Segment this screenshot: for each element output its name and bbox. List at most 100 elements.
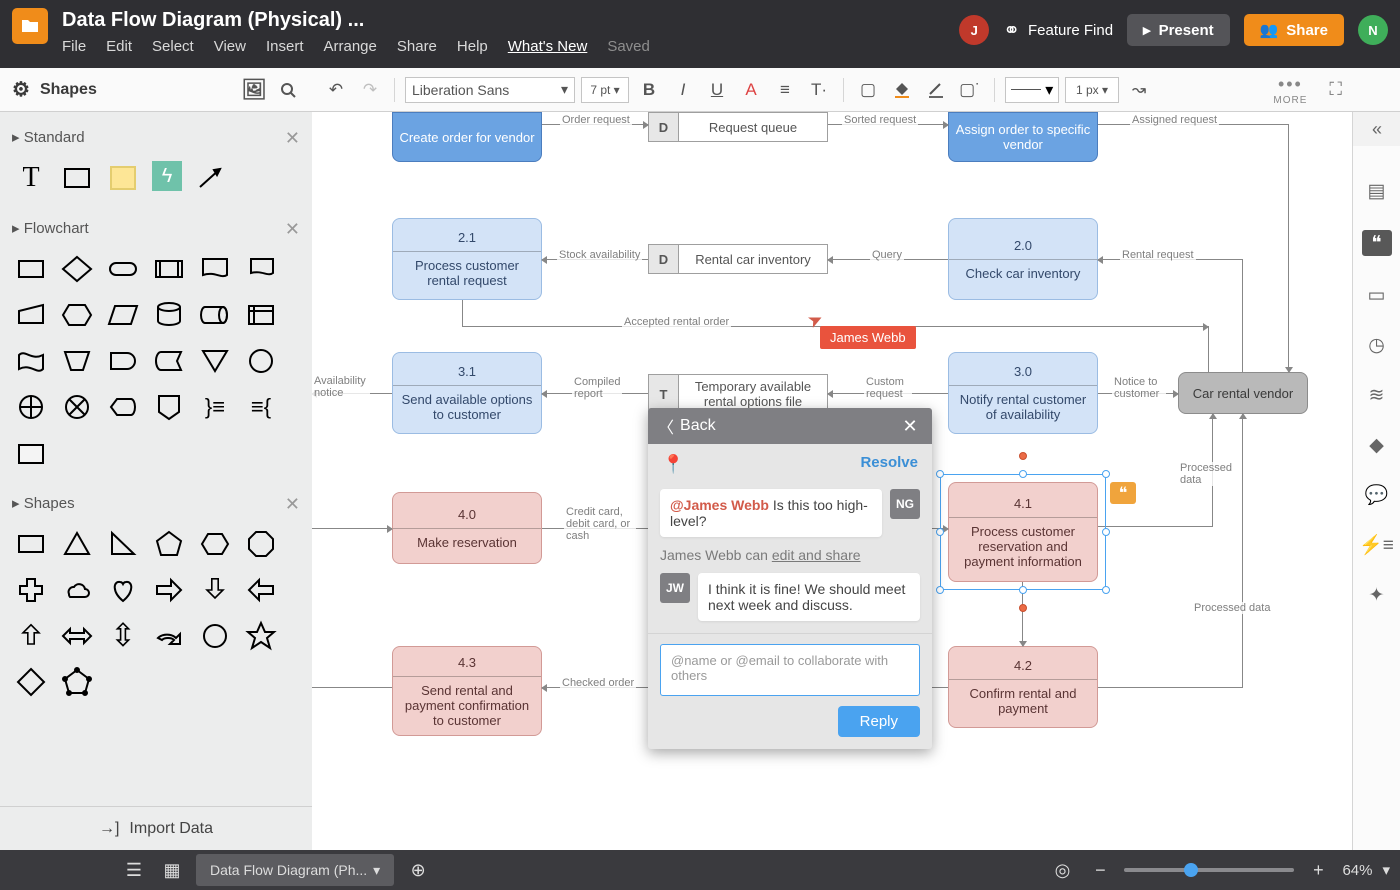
menu-share[interactable]: Share [397,38,437,55]
close-icon[interactable]: ✕ [285,494,300,515]
group-standard-header[interactable]: ▸ Standard ✕ [0,118,312,159]
rotate-handle[interactable] [1019,604,1027,612]
fc-display[interactable] [106,390,140,424]
feature-find[interactable]: ⚭ Feature Find [1003,18,1113,43]
menu-arrange[interactable]: Arrange [324,38,377,55]
selection-handle[interactable] [936,528,944,536]
comment-badge-icon[interactable]: ❝ [1110,482,1136,504]
page-tab[interactable]: Data Flow Diagram (Ph...▾ [196,854,394,886]
edit-share-link[interactable]: edit and share [772,547,861,563]
line-color-button[interactable] [922,76,950,104]
fc-stored[interactable] [152,344,186,378]
data-icon[interactable]: ◆ [1366,434,1388,456]
rotate-handle[interactable] [1019,452,1027,460]
font-size-select[interactable]: 7 pt ▾ [581,77,629,103]
line-options-button[interactable]: ↝ [1125,76,1153,104]
grid-view-icon[interactable]: ▦ [158,856,186,884]
app-file-icon[interactable] [12,8,48,44]
bold-button[interactable]: B [635,76,663,104]
sh-rect[interactable] [14,527,48,561]
selection-handle[interactable] [936,586,944,594]
fc-paper-tape[interactable] [14,344,48,378]
fc-database[interactable] [152,298,186,332]
datastore-request-queue[interactable]: DRequest queue [648,112,828,142]
selection-handle[interactable] [936,470,944,478]
history-icon[interactable]: ◷ [1366,334,1388,356]
italic-button[interactable]: I [669,76,697,104]
menu-select[interactable]: Select [152,38,194,55]
fc-summing[interactable] [60,390,94,424]
sh-cloud[interactable] [60,573,94,607]
menu-whatsnew[interactable]: What's New [508,38,588,55]
activity-shape[interactable]: ϟ [152,161,182,191]
group-shapes-header[interactable]: ▸ Shapes ✕ [0,484,312,525]
sh-pentagon[interactable] [152,527,186,561]
sh-arrow-up[interactable] [14,619,48,653]
line-width-select[interactable]: 1 px ▾ [1065,77,1119,103]
fc-brace-right[interactable]: }≡ [198,390,232,424]
font-select[interactable]: Liberation Sans▾ [405,77,575,103]
mention[interactable]: @James Webb [670,497,769,513]
menu-insert[interactable]: Insert [266,38,304,55]
reply-input[interactable]: @name or @email to collaborate with othe… [660,644,920,696]
menu-file[interactable]: File [62,38,86,55]
node-3-1[interactable]: 3.1Send available options to customer [392,352,542,434]
zoom-out-button[interactable]: − [1086,856,1114,884]
sh-poly-edit[interactable] [60,665,94,699]
menu-help[interactable]: Help [457,38,488,55]
list-view-icon[interactable]: ☰ [120,856,148,884]
menu-edit[interactable]: Edit [106,38,132,55]
selection-handle[interactable] [1019,586,1027,594]
rail-collapse-button[interactable]: « [1353,112,1400,146]
sh-arrow-right[interactable] [152,573,186,607]
sh-arrow-ud[interactable] [106,619,140,653]
line-style-select[interactable]: ▾ [1005,77,1059,103]
sh-righttri[interactable] [106,527,140,561]
group-flowchart-header[interactable]: ▸ Flowchart ✕ [0,209,312,250]
sh-octagon[interactable] [244,527,278,561]
fill-color-button[interactable] [888,76,916,104]
fc-document[interactable] [198,252,232,286]
node-vendor[interactable]: Car rental vendor [1178,372,1308,414]
target-icon[interactable]: ◎ [1048,856,1076,884]
fc-preparation[interactable] [60,298,94,332]
selection-handle[interactable] [1102,470,1110,478]
diagram-canvas[interactable]: Create order for vendor DRequest queue A… [312,112,1352,850]
redo-button[interactable]: ↷ [356,76,384,104]
chat-icon[interactable]: 💬 [1366,484,1388,506]
node-2-0[interactable]: 2.0Check car inventory [948,218,1098,300]
sh-diamond[interactable] [14,665,48,699]
fc-offpage[interactable] [152,390,186,424]
share-button[interactable]: 👥 Share [1244,14,1344,46]
sh-arrow-down[interactable] [198,573,232,607]
node-4-2[interactable]: 4.2Confirm rental and payment [948,646,1098,728]
pin-icon[interactable]: 📍 [662,454,684,475]
rect-shape[interactable] [60,161,94,195]
fc-connector[interactable] [244,344,278,378]
close-button[interactable]: ✕ [898,416,922,437]
reply-button[interactable]: Reply [838,706,920,737]
align-button[interactable]: ≡ [771,76,799,104]
present-button[interactable]: ▸ Present [1127,14,1230,46]
sh-star[interactable] [244,619,278,653]
fc-direct[interactable] [198,298,232,332]
sh-heart[interactable] [106,573,140,607]
underline-button[interactable]: U [703,76,731,104]
fc-brace-left[interactable]: ≡{ [244,390,278,424]
fc-multidoc[interactable] [244,252,278,286]
sh-arrow-left[interactable] [244,573,278,607]
magic-icon[interactable]: ✦ [1366,584,1388,606]
text-style-button[interactable]: T· [805,76,833,104]
current-user-avatar[interactable]: N [1358,15,1388,45]
fc-manual-op[interactable] [60,344,94,378]
node-4-0[interactable]: 4.0Make reservation [392,492,542,564]
arrow-shape[interactable] [194,161,228,195]
node-4-3[interactable]: 4.3Send rental and payment confirmation … [392,646,542,736]
sh-arrow-lr[interactable] [60,619,94,653]
fc-predefined[interactable] [152,252,186,286]
back-button[interactable]: 〈Back [658,414,716,438]
text-shape[interactable]: T [14,161,48,195]
fc-delay[interactable] [106,344,140,378]
layers-icon[interactable]: ≋ [1366,384,1388,406]
search-icon[interactable] [276,78,300,102]
